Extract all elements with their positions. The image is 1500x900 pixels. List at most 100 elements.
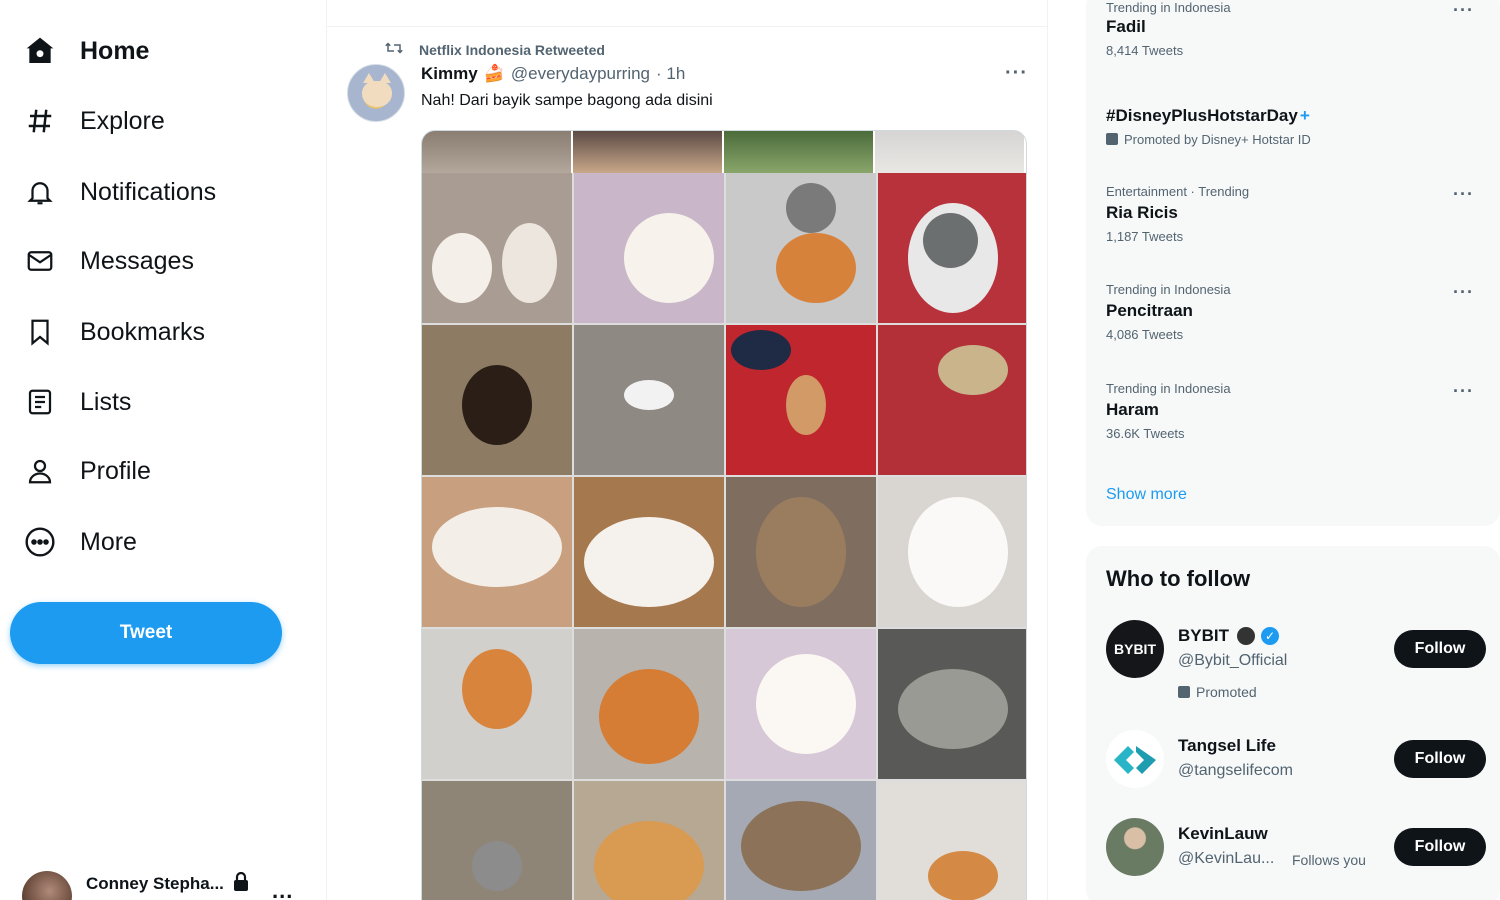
trend-title: Haram bbox=[1106, 400, 1159, 419]
account-name: Conney Stepha... bbox=[86, 874, 224, 893]
bell-icon bbox=[22, 174, 58, 210]
cat-photo[interactable] bbox=[422, 629, 572, 779]
who-to-follow-panel: Who to follow BYBIT BYBIT ✓ @Bybit_Offici… bbox=[1086, 546, 1500, 900]
who-to-follow-title: Who to follow bbox=[1106, 566, 1251, 591]
right-sidebar: Trending in Indonesia Fadil 8,414 Tweets… bbox=[1086, 0, 1500, 900]
photo-strip-3 bbox=[724, 131, 875, 173]
trend-more-icon[interactable]: ··· bbox=[1453, 184, 1474, 205]
trend-promoted: Promoted by Disney+ Hotstar ID bbox=[1106, 132, 1486, 147]
nav-bookmarks[interactable]: Bookmarks bbox=[22, 307, 205, 357]
tweet-media[interactable] bbox=[421, 130, 1027, 900]
plus-icon: + bbox=[1299, 106, 1310, 125]
more-circle-icon bbox=[22, 524, 58, 560]
tweet-timestamp[interactable]: · 1h bbox=[656, 64, 685, 84]
account-more-icon[interactable]: ... bbox=[272, 878, 293, 900]
tweet-more-icon[interactable]: ··· bbox=[1005, 62, 1028, 85]
trend-title: #DisneyPlusHotstarDay + bbox=[1106, 106, 1310, 125]
follow-suggestion[interactable]: BYBIT BYBIT ✓ @Bybit_Official Promoted Fo… bbox=[1106, 620, 1486, 700]
cat-photo[interactable] bbox=[726, 477, 876, 627]
trend-item-promoted[interactable]: #DisneyPlusHotstarDay + Promoted by Disne… bbox=[1106, 102, 1486, 147]
cat-photo[interactable] bbox=[574, 325, 724, 475]
follow-suggestion[interactable]: Tangsel Life @tangselifecom Follow bbox=[1106, 730, 1486, 800]
cat-photo[interactable] bbox=[422, 173, 572, 323]
trend-item[interactable]: Trending in Indonesia Haram 36.6K Tweets… bbox=[1106, 381, 1486, 441]
cat-photo[interactable] bbox=[574, 477, 724, 627]
account-switcher[interactable]: Conney Stepha... ... bbox=[22, 864, 292, 900]
nav-home-label: Home bbox=[80, 36, 150, 65]
user-handle: @KevinLau... bbox=[1178, 850, 1275, 867]
cat-photo[interactable] bbox=[726, 781, 876, 900]
hashtag-icon bbox=[22, 103, 58, 139]
nav-home[interactable]: Home bbox=[22, 26, 149, 76]
cat-photo[interactable] bbox=[422, 477, 572, 627]
nav-more-label: More bbox=[80, 527, 137, 556]
trend-more-icon[interactable]: ··· bbox=[1453, 381, 1474, 402]
timeline: Netflix Indonesia Retweeted Kimmy 🍰 @eve… bbox=[326, 0, 1048, 900]
cat-photo[interactable] bbox=[878, 173, 1026, 323]
show-more-link[interactable]: Show more bbox=[1106, 486, 1187, 504]
trend-count: 1,187 Tweets bbox=[1106, 229, 1184, 244]
trend-count: 36.6K Tweets bbox=[1106, 426, 1185, 441]
user-avatar bbox=[1106, 818, 1164, 876]
follows-you-label: Follows you bbox=[1292, 852, 1366, 868]
divider bbox=[327, 26, 1047, 27]
nav-profile[interactable]: Profile bbox=[22, 446, 151, 496]
nav-bookmarks-label: Bookmarks bbox=[80, 317, 206, 346]
cat-photo[interactable] bbox=[878, 781, 1026, 900]
list-icon bbox=[22, 384, 58, 420]
cat-photo[interactable] bbox=[878, 325, 1026, 475]
cat-photo[interactable] bbox=[422, 325, 572, 475]
trend-item[interactable]: Trending in Indonesia Fadil 8,414 Tweets… bbox=[1106, 0, 1486, 58]
tweet-author-avatar[interactable] bbox=[347, 64, 405, 122]
retweet-icon bbox=[385, 40, 403, 59]
nav-explore[interactable]: Explore bbox=[22, 96, 165, 146]
photo-strip-1 bbox=[422, 131, 573, 173]
cake-emoji-icon: 🍰 bbox=[483, 64, 505, 83]
user-handle: @Bybit_Official bbox=[1178, 652, 1288, 669]
affiliate-badge-icon bbox=[1237, 627, 1255, 645]
photo-strip-2 bbox=[573, 131, 724, 173]
left-sidebar: Home Explore Notifications Messages Book… bbox=[0, 0, 320, 900]
cat-photo[interactable] bbox=[422, 781, 572, 900]
trend-more-icon[interactable]: ··· bbox=[1453, 282, 1474, 303]
user-name: BYBIT ✓ bbox=[1178, 626, 1279, 646]
retweet-context[interactable]: Netflix Indonesia Retweeted bbox=[385, 40, 605, 59]
user-avatar bbox=[1106, 730, 1164, 788]
cat-photo[interactable] bbox=[726, 325, 876, 475]
cat-photo[interactable] bbox=[878, 629, 1026, 779]
user-handle: @tangselifecom bbox=[1178, 762, 1293, 779]
account-avatar bbox=[22, 871, 72, 900]
nav-lists[interactable]: Lists bbox=[22, 377, 131, 427]
trend-title: Ria Ricis bbox=[1106, 203, 1178, 222]
person-icon bbox=[22, 453, 58, 489]
promoted-icon bbox=[1178, 686, 1190, 698]
tweet-author-handle[interactable]: @everydaypurring bbox=[511, 64, 650, 84]
tweet-button[interactable]: Tweet bbox=[10, 602, 282, 664]
trend-context: Trending in Indonesia bbox=[1106, 381, 1231, 396]
trend-item[interactable]: Entertainment · Trending Ria Ricis 1,187… bbox=[1106, 184, 1486, 244]
follow-button[interactable]: Follow bbox=[1394, 740, 1486, 778]
trend-item[interactable]: Trending in Indonesia Pencitraan 4,086 T… bbox=[1106, 282, 1486, 342]
follow-button[interactable]: Follow bbox=[1394, 828, 1486, 866]
cat-photo[interactable] bbox=[574, 629, 724, 779]
follow-button[interactable]: Follow bbox=[1394, 630, 1486, 668]
tweet-author-name[interactable]: Kimmy bbox=[421, 64, 478, 84]
nav-more[interactable]: More bbox=[22, 517, 137, 567]
promoted-icon bbox=[1106, 133, 1118, 145]
nav-messages[interactable]: Messages bbox=[22, 236, 194, 286]
nav-notifications[interactable]: Notifications bbox=[22, 167, 216, 217]
user-avatar: BYBIT bbox=[1106, 620, 1164, 678]
cat-photo[interactable] bbox=[878, 477, 1026, 627]
follow-suggestion[interactable]: KevinLauw @KevinLau... Follows you Follo… bbox=[1106, 818, 1486, 888]
nav-notifications-label: Notifications bbox=[80, 177, 217, 206]
cat-avatar-icon bbox=[362, 73, 392, 107]
cat-photo[interactable] bbox=[726, 629, 876, 779]
trend-more-icon[interactable]: ··· bbox=[1453, 0, 1474, 21]
bookmark-icon bbox=[22, 314, 58, 350]
nav-lists-label: Lists bbox=[80, 387, 132, 416]
tweet-header: Kimmy 🍰 @everydaypurring · 1h bbox=[421, 64, 685, 84]
cat-photo[interactable] bbox=[726, 173, 876, 323]
cat-photo[interactable] bbox=[574, 781, 724, 900]
trend-count: 8,414 Tweets bbox=[1106, 43, 1184, 58]
cat-photo[interactable] bbox=[574, 173, 724, 323]
